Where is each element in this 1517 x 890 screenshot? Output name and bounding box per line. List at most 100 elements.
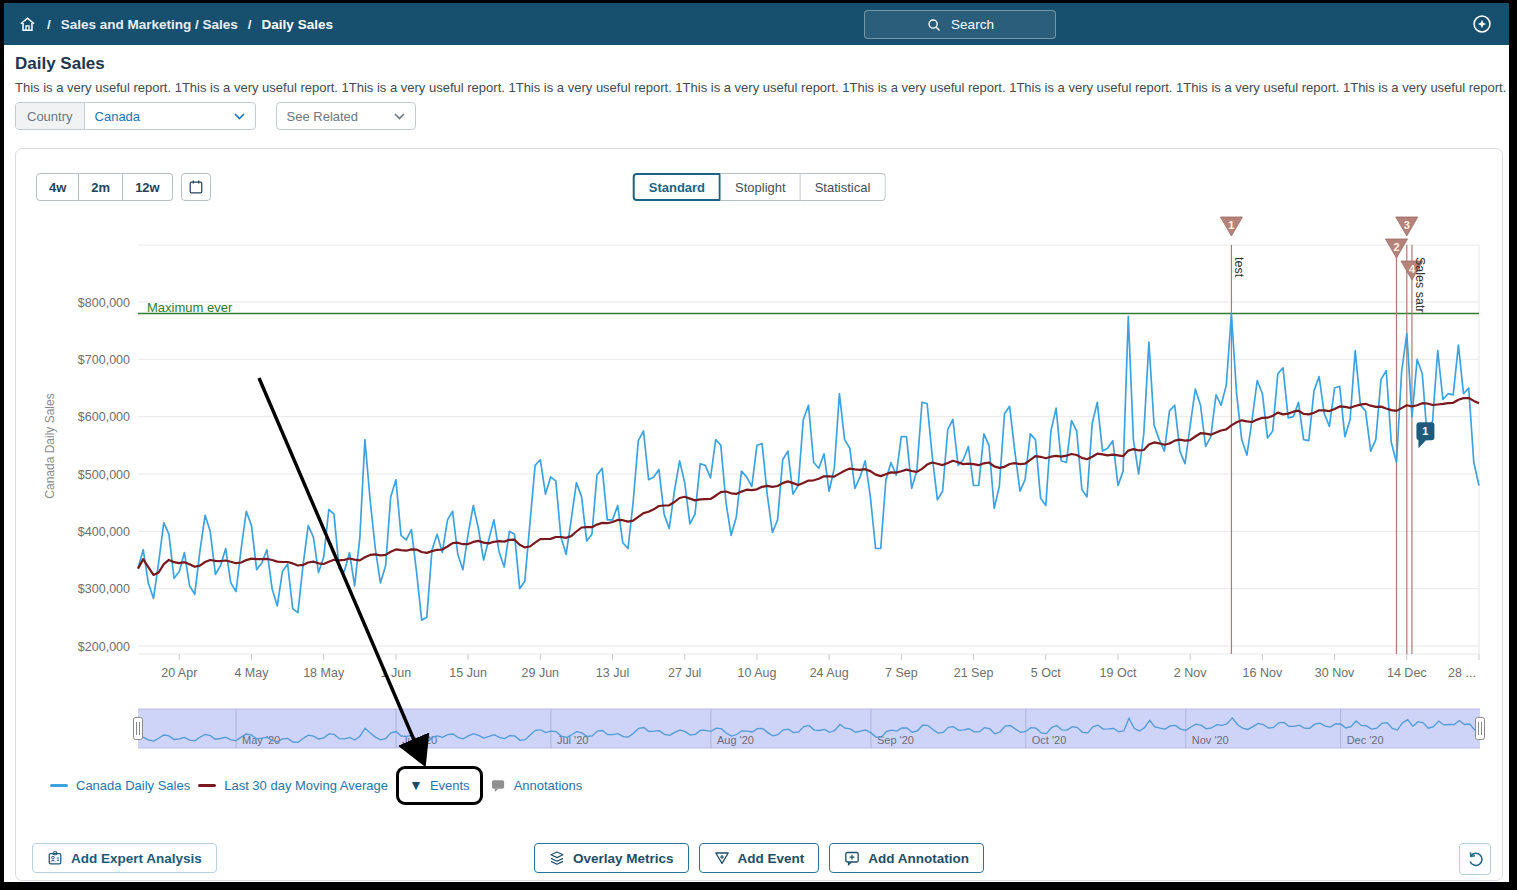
x-tick-label: 27 Jul <box>668 666 701 680</box>
legend-item-canada-daily-sales[interactable]: Canada Daily Sales <box>50 778 190 793</box>
tab-stoplight[interactable]: Stoplight <box>721 173 801 201</box>
x-tick-label: 4 May <box>234 666 269 680</box>
breadcrumb-separator: / <box>248 17 252 32</box>
x-tick-label: 18 May <box>303 666 345 680</box>
range-button-4w[interactable]: 4w <box>36 173 79 201</box>
legend-label: Canada Daily Sales <box>76 778 190 793</box>
annotation-number: 1 <box>1422 425 1428 437</box>
y-tick-label: $500,000 <box>78 468 130 482</box>
range-button-group: 4w2m12w <box>36 173 173 201</box>
daily-sales-page: / Sales and Marketing / Sales / Daily Sa… <box>0 0 1517 890</box>
breadcrumb: / Sales and Marketing / Sales / Daily Sa… <box>47 17 333 32</box>
navigator-month-label: Oct '20 <box>1032 734 1067 746</box>
range-button-12w[interactable]: 12w <box>123 173 173 201</box>
x-tick-label: 1 Jun <box>381 666 412 680</box>
y-tick-label: $300,000 <box>78 582 130 596</box>
tab-statistical[interactable]: Statistical <box>801 173 886 201</box>
navigator-band[interactable] <box>138 709 1480 748</box>
x-tick-label: 21 Sep <box>954 666 994 680</box>
navigator-month-label: Dec '20 <box>1347 734 1384 746</box>
country-filter: Country Canada <box>15 102 256 130</box>
chevron-down-icon <box>394 113 405 120</box>
add-annotation-button[interactable]: Add Annotation <box>829 843 984 873</box>
x-tick-label: 14 Dec <box>1387 666 1427 680</box>
navigator-handle-right[interactable] <box>1476 718 1485 740</box>
legend-label: Last 30 day Moving Average <box>224 778 388 793</box>
event-label: test <box>1232 257 1246 278</box>
country-value: Canada <box>95 109 141 124</box>
x-tick-label: 16 Nov <box>1243 666 1283 680</box>
search-icon <box>926 17 942 33</box>
y-tick-label: $600,000 <box>78 410 130 424</box>
overlay-metrics-label: Overlay Metrics <box>573 851 674 866</box>
navigator-month-label: May '20 <box>242 734 280 746</box>
breadcrumb-current: Daily Sales <box>262 17 333 32</box>
add-annotation-label: Add Annotation <box>868 851 969 866</box>
reset-icon <box>1466 850 1485 869</box>
x-tick-label: 13 Jul <box>596 666 629 680</box>
search-input[interactable]: Search <box>864 10 1056 39</box>
y-tick-label: $700,000 <box>78 353 130 367</box>
x-tick-label: 5 Oct <box>1031 666 1061 680</box>
chart-footer: Add Expert Analysis Overlay Metrics Add … <box>16 843 1502 875</box>
x-tick-label: 30 Nov <box>1315 666 1355 680</box>
discover-icon[interactable] <box>1471 13 1493 39</box>
event-marker-number: 2 <box>1393 241 1399 253</box>
x-tick-label: 19 Oct <box>1100 666 1137 680</box>
navigator-handle-left[interactable] <box>134 718 143 740</box>
y-tick-label: $200,000 <box>78 640 130 654</box>
tab-standard[interactable]: Standard <box>633 173 721 201</box>
add-event-button[interactable]: Add Event <box>699 843 820 873</box>
x-tick-label: 2 Nov <box>1174 666 1207 680</box>
event-marker-number: 3 <box>1404 219 1410 231</box>
page-description: This is a very useful report. 1This is a… <box>15 80 1507 95</box>
chart-card: 4w2m12w StandardStoplightStatistical $20… <box>15 148 1503 881</box>
calendar-button[interactable] <box>181 173 211 201</box>
breadcrumb-path[interactable]: Sales and Marketing / Sales <box>61 17 238 32</box>
x-tick-label: 28 ... <box>1448 666 1476 680</box>
x-tick-label: 20 Apr <box>161 666 197 680</box>
add-event-label: Add Event <box>738 851 805 866</box>
legend-item-last-30-day-moving-average[interactable]: Last 30 day Moving Average <box>198 778 388 793</box>
moving-average-line <box>138 398 1479 575</box>
events-legend-highlight-box: ▼ Events <box>396 766 483 805</box>
y-axis-title: Canada Daily Sales <box>43 393 57 498</box>
y-tick-label: $400,000 <box>78 525 130 539</box>
country-select[interactable]: Canada <box>85 103 255 129</box>
x-tick-label: 10 Aug <box>737 666 776 680</box>
event-label: Sales satr <box>1413 257 1427 313</box>
legend-label: Events <box>430 778 470 793</box>
see-related-filter: See Related <box>276 102 416 130</box>
see-related-select[interactable]: See Related <box>277 103 415 129</box>
breadcrumb-separator: / <box>47 17 51 32</box>
x-tick-label: 24 Aug <box>810 666 849 680</box>
legend-line-swatch <box>198 784 216 787</box>
reset-zoom-button[interactable] <box>1459 843 1491 875</box>
legend-item-events[interactable]: ▼ Events <box>409 778 470 793</box>
filter-bar: Country Canada See Related <box>15 102 416 130</box>
layers-icon <box>549 850 565 866</box>
daily-sales-chart: $200,000 $300,000 $400,000 $500,000 $600,000… <box>22 209 1492 701</box>
legend-label: Annotations <box>514 778 583 793</box>
annotation-marker-tail <box>1418 440 1426 449</box>
x-tick-label: 15 Jun <box>449 666 487 680</box>
range-button-2m[interactable]: 2m <box>79 173 123 201</box>
x-tick-label: 29 Jun <box>522 666 560 680</box>
top-navbar: / Sales and Marketing / Sales / Daily Sa… <box>4 3 1509 45</box>
annotation-bubble-icon <box>844 850 860 866</box>
x-tick-label: 7 Sep <box>885 666 918 680</box>
legend-event-triangle-icon: ▼ <box>409 778 423 792</box>
home-icon[interactable] <box>18 15 37 34</box>
legend-item-annotations[interactable]: Annotations <box>491 778 583 793</box>
see-related-label: See Related <box>287 109 359 124</box>
chart-legend: Canada Daily Sales Last 30 day Moving Ave… <box>50 757 590 813</box>
chevron-down-icon <box>234 113 245 120</box>
event-triangle-icon <box>714 850 730 866</box>
chart-mode-tabs: StandardStoplightStatistical <box>633 173 886 201</box>
legend-annotation-icon <box>491 778 506 793</box>
navigator-month-label: Aug '20 <box>717 734 754 746</box>
legend-line-swatch <box>50 784 68 787</box>
overlay-metrics-button[interactable]: Overlay Metrics <box>534 843 689 873</box>
navigator-month-label: Nov '20 <box>1192 734 1229 746</box>
chart-navigator[interactable]: May '20Jun '20Jul '20Aug '20Sep '20Oct '… <box>16 705 1504 753</box>
